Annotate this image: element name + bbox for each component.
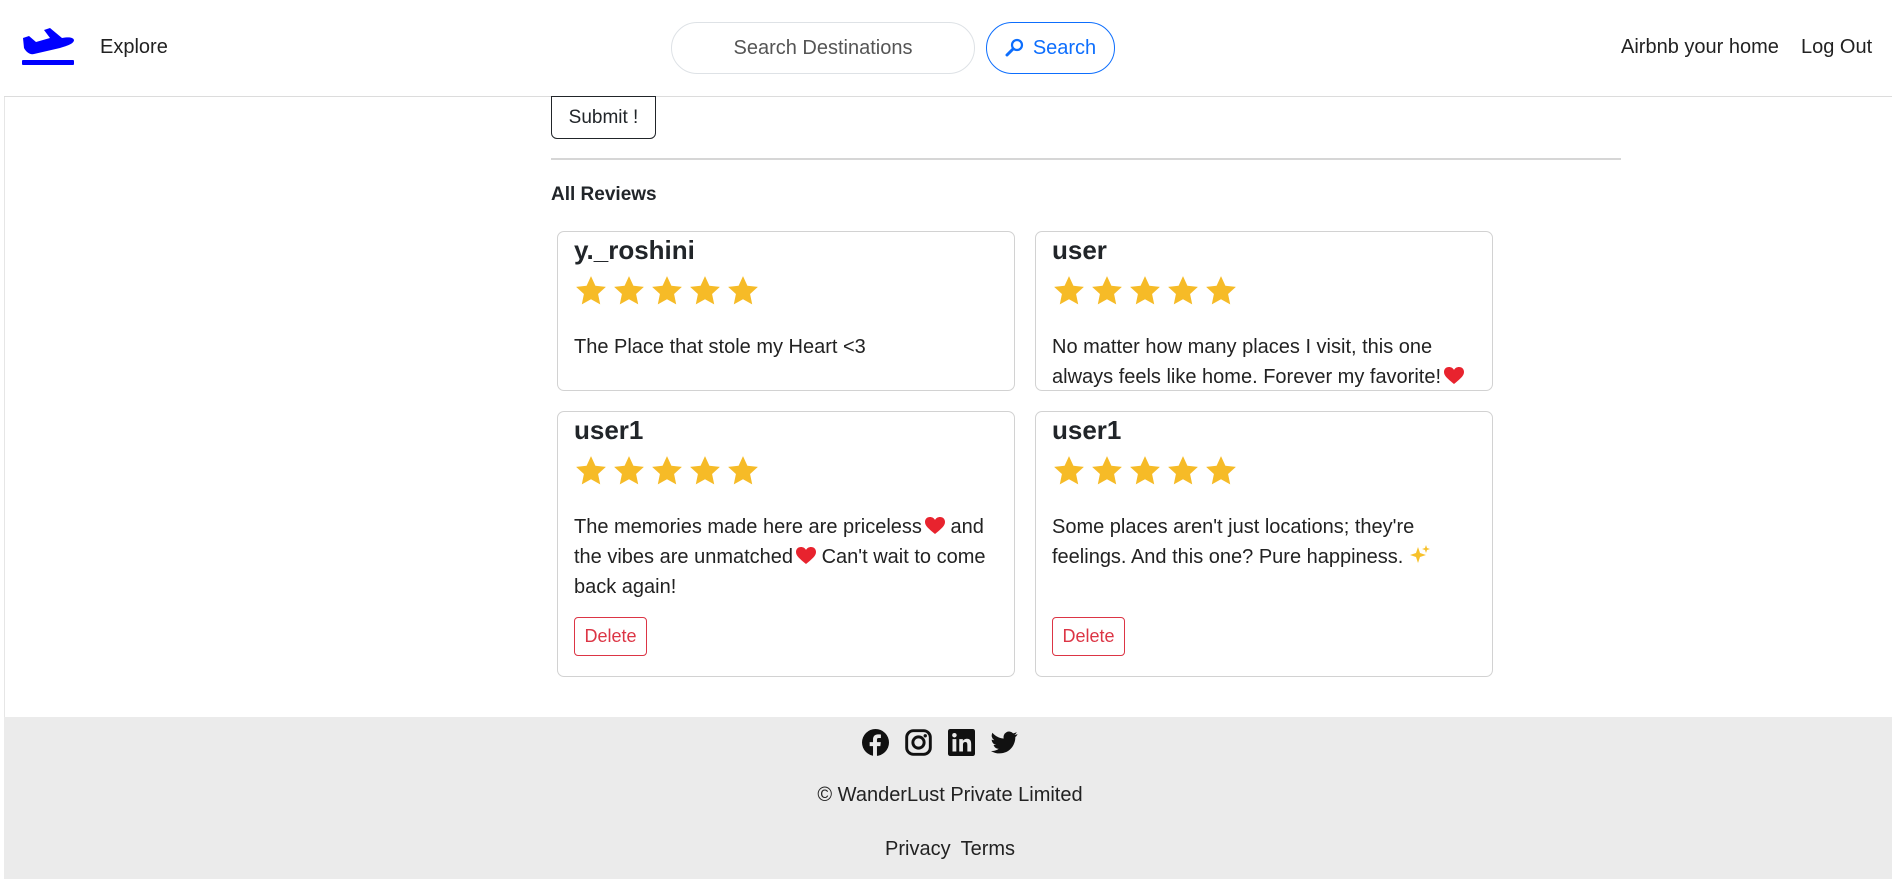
star-icon [1092,456,1122,485]
star-icon [614,456,644,485]
star-rating [1052,274,1476,310]
search-button-label: Search [1032,36,1097,59]
star-icon [1206,276,1236,305]
review-comment: The memories made here are priceless and… [574,512,998,602]
delete-review-button[interactable]: Delete [1052,617,1125,656]
star-icon [1168,276,1198,305]
navbar: Explore Search Airbnb your home Log Out [4,0,1892,97]
star-icon [1054,276,1084,305]
nav-explore-link[interactable]: Explore [100,36,168,59]
footer-links: Privacy Terms [885,838,1015,861]
review-author: y._roshini [574,235,695,265]
star-icon [1168,456,1198,485]
copyright-text: © WanderLust Private Limited [817,784,1083,806]
review-author: user1 [574,415,644,445]
heart-emoji-icon [796,547,817,564]
social-links [862,729,1018,756]
plane-logo-icon[interactable] [20,28,76,66]
star-icon [576,456,606,485]
star-icon [1130,276,1160,305]
search-input[interactable] [671,22,975,74]
star-icon [1054,456,1084,485]
star-icon [728,456,758,485]
review-card: user No matter how many places I visit, … [1035,231,1493,391]
review-comment-text: No matter how many places I visit, this … [1052,336,1442,388]
review-author: user [1052,235,1107,265]
star-icon [1092,276,1122,305]
instagram-icon[interactable] [905,729,932,756]
star-icon [728,276,758,305]
facebook-icon[interactable] [862,729,889,756]
star-icon [652,276,682,305]
nav-host-link[interactable]: Airbnb your home [1621,36,1779,59]
review-card: user1 The memories made here are pricele… [557,411,1015,677]
review-card: user1 Some places aren't just locations;… [1035,411,1493,677]
twitter-icon[interactable] [991,729,1018,756]
search-button[interactable]: Search [986,22,1115,74]
terms-link[interactable]: Terms [961,838,1015,861]
delete-review-button[interactable]: Delete [574,617,647,656]
review-card: y._roshini The Place that stole my Heart… [557,231,1015,391]
star-icon [1206,456,1236,485]
star-rating [574,274,998,310]
reviews-heading: All Reviews [551,184,657,205]
review-comment: Some places aren't just locations; they'… [1052,512,1476,572]
review-comment-text: Some places aren't just locations; they'… [1052,516,1415,568]
linkedin-icon[interactable] [948,729,975,756]
star-icon [576,276,606,305]
privacy-link[interactable]: Privacy [885,838,951,861]
search-icon [1005,38,1023,57]
star-icon [652,456,682,485]
section-divider [551,158,1621,160]
heart-emoji-icon [1444,367,1465,384]
star-icon [614,276,644,305]
sparkles-emoji-icon [1410,545,1431,563]
nav-logout-link[interactable]: Log Out [1801,36,1872,59]
submit-review-button[interactable]: Submit ! [551,96,656,139]
review-comment-text: The memories made here are priceless [574,516,922,538]
star-icon [1130,456,1160,485]
star-rating [1052,454,1476,490]
star-rating [574,454,998,490]
star-icon [690,276,720,305]
heart-emoji-icon [924,517,945,534]
review-author: user1 [1052,415,1122,445]
review-comment: The Place that stole my Heart <3 [574,336,866,358]
page-edge-divider [4,97,5,717]
review-comment: No matter how many places I visit, this … [1052,332,1476,392]
star-icon [690,456,720,485]
